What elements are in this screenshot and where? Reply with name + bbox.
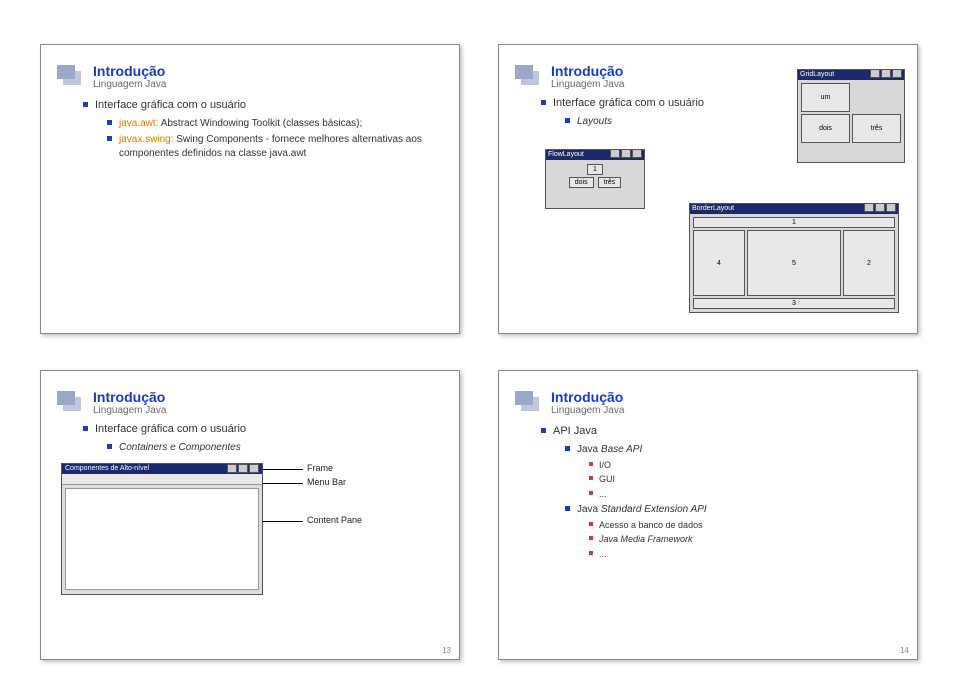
window-buttons [227,464,259,474]
page-number: 13 [442,646,451,655]
slide-subtitle: Linguagem Java [551,405,901,416]
slide-intro-awt-swing: Introdução Linguagem Java Interface gráf… [40,44,460,334]
sub2-list: Acesso a banco de dados Java Media Frame… [589,519,901,559]
window-titlebar: FlowLayout [546,150,644,160]
grid-button-dois[interactable]: dois [801,114,850,143]
callout-menubar: Menu Bar [307,477,346,487]
grid-button-um[interactable]: um [801,83,850,112]
sub2-item: Java Media Framework [589,533,901,545]
containers-label: Containers e Componentes [119,442,241,453]
bullet-item: Interface gráfica com o usuário java.awt… [83,98,443,160]
borderlayout-window: BorderLayout 1 4 5 2 3 [689,203,899,313]
sub-list: Containers e Componentes [107,441,443,455]
bullet-text: Interface gráfica com o usuário [95,423,246,435]
title-decoration [521,397,539,411]
window-title: FlowLayout [548,150,584,160]
api-java-label: API Java [553,425,597,437]
slide-intro-api: Introdução Linguagem Java API Java Java … [498,370,918,660]
bullet-list: Interface gráfica com o usuário java.awt… [83,98,443,160]
window-body: 1 4 5 2 3 [690,214,898,312]
border-west[interactable]: 4 [693,230,745,296]
mock-menubar[interactable] [62,474,262,485]
slide-title: Introdução [93,389,443,405]
flow-button-1[interactable]: 1 [587,164,603,175]
sub2-list: I/O GUI ... [589,459,901,499]
bullet-item: API Java Java Base API I/O GUI ... Java … [541,424,901,560]
window-buttons [863,203,896,216]
sub2-item: ... [589,548,901,560]
grid-button-tres[interactable]: três [852,114,901,143]
border-south[interactable]: 3 [693,298,895,309]
bullet-text: Interface gráfica com o usuário [553,97,704,109]
slide-intro-layouts: Introdução Linguagem Java Interface gráf… [498,44,918,334]
callout-line [263,483,303,484]
callout-line [263,469,303,470]
java-base-api: Java Base API [577,444,642,455]
border-center[interactable]: 5 [747,230,841,296]
flow-button-dois[interactable]: dois [569,177,594,188]
page-number: 14 [900,646,909,655]
window-title: GridLayout [800,70,834,80]
slide-subtitle: Linguagem Java [93,405,443,416]
sub2-item: I/O [589,459,901,471]
keyword-javax-swing: javax.swing: [119,134,173,145]
gridlayout-window: GridLayout um dois três [797,69,905,163]
slide-subtitle: Linguagem Java [93,79,443,90]
window-buttons [609,149,642,162]
window-body: um dois três [798,80,904,146]
sub-list: java.awt: Abstract Windowing Toolkit (cl… [107,117,443,161]
title-block: Introdução Linguagem Java [519,389,901,416]
java-std-ext-api: Java Standard Extension API [577,504,707,515]
title-decoration [521,71,539,85]
title-block: Introdução Linguagem Java [61,63,443,90]
sub2-item: Acesso a banco de dados [589,519,901,531]
sub2-item: ... [589,488,901,500]
window-title: BorderLayout [692,204,734,214]
sub-list: Java Base API I/O GUI ... Java Standard … [565,443,901,560]
sub-text: Abstract Windowing Toolkit (classes bási… [158,118,362,129]
window-titlebar: GridLayout [798,70,904,80]
sub-item: javax.swing: Swing Components - fornece … [107,133,443,160]
title-decoration [63,397,81,411]
border-east[interactable]: 2 [843,230,895,296]
callout-frame: Frame [307,463,333,473]
sub-item: Java Standard Extension API Acesso a ban… [565,503,901,560]
callout-contentpane: Content Pane [307,515,362,525]
mock-title: Componentes de Alto-nível [65,464,149,474]
title-block: Introdução Linguagem Java [61,389,443,416]
sub2-item: GUI [589,473,901,485]
layouts-label: Layouts [577,116,612,127]
sub-item: Containers e Componentes [107,441,443,455]
bullet-list: API Java Java Base API I/O GUI ... Java … [541,424,901,560]
keyword-java-awt: java.awt: [119,118,158,129]
window-buttons [869,69,902,82]
border-north[interactable]: 1 [693,217,895,228]
flowlayout-window: FlowLayout 1 dois três [545,149,645,209]
slide-intro-containers: Introdução Linguagem Java Interface gráf… [40,370,460,660]
callout-line [263,521,303,522]
sub-item: java.awt: Abstract Windowing Toolkit (cl… [107,117,443,131]
mock-contentpane [65,488,259,590]
frame-mockup: Componentes de Alto-nível [61,463,263,595]
window-titlebar: BorderLayout [690,204,898,214]
slide-title: Introdução [551,389,901,405]
title-decoration [63,71,81,85]
window-body: 1 dois três [546,160,644,192]
bullet-list: Interface gráfica com o usuário Containe… [83,422,443,454]
bullet-item: Interface gráfica com o usuário Containe… [83,422,443,454]
sub-item: Java Base API I/O GUI ... [565,443,901,500]
flow-button-tres[interactable]: três [598,177,622,188]
bullet-text: Interface gráfica com o usuário [95,99,246,111]
mock-titlebar: Componentes de Alto-nível [62,464,262,474]
slide-title: Introdução [93,63,443,79]
